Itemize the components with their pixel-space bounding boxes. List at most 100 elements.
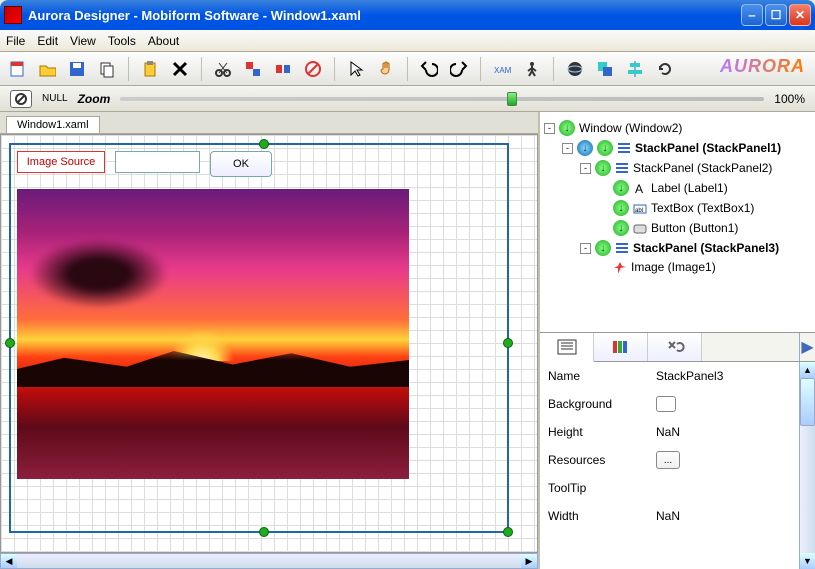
group-icon[interactable] (242, 58, 264, 80)
window-title: Aurora Designer - Mobiform Software - Wi… (28, 8, 741, 23)
zoom-slider-thumb[interactable] (507, 92, 517, 106)
property-row-width[interactable]: WidthNaN (540, 502, 815, 530)
redo-icon[interactable] (448, 58, 470, 80)
menu-view[interactable]: View (70, 34, 96, 48)
open-icon[interactable] (36, 58, 58, 80)
cursor-icon[interactable] (345, 58, 367, 80)
A-icon: A (633, 182, 647, 194)
tree-node[interactable]: -↓↓StackPanel (StackPanel1) (544, 138, 811, 158)
tree-expander-icon[interactable]: - (544, 123, 555, 134)
stackpanel-icon (615, 242, 629, 254)
align-icon[interactable] (624, 58, 646, 80)
property-row-resources[interactable]: Resources... (540, 446, 815, 474)
background-swatch[interactable] (656, 396, 676, 412)
app-icon (4, 6, 22, 24)
tree-node[interactable]: -↓ Window (Window2) (544, 118, 811, 138)
properties-tab[interactable] (540, 333, 594, 362)
property-vscrollbar[interactable]: ▲ ▼ (799, 362, 815, 569)
property-row-background[interactable]: Background (540, 390, 815, 418)
globe-icon[interactable] (564, 58, 586, 80)
no-icon[interactable] (302, 58, 324, 80)
tools-tab[interactable] (648, 333, 702, 361)
run-icon[interactable] (521, 58, 543, 80)
tree-expander-icon[interactable]: - (580, 243, 591, 254)
resize-handle-top[interactable] (259, 139, 269, 149)
zoom-slider[interactable] (120, 97, 764, 101)
menu-file[interactable]: File (6, 34, 25, 48)
tree-node[interactable]: Image (Image1) (544, 258, 811, 276)
canvas-hscrollbar[interactable]: ◀ ▶ (0, 553, 538, 569)
image-source-label[interactable]: Image Source (17, 151, 105, 173)
menu-tools[interactable]: Tools (108, 34, 136, 48)
svg-text:XAML: XAML (494, 66, 511, 75)
scroll-right-icon[interactable]: ▶ (521, 554, 537, 568)
scroll-left-icon[interactable]: ◀ (1, 554, 17, 568)
paste-icon[interactable] (139, 58, 161, 80)
resources-tab[interactable] (594, 333, 648, 361)
design-canvas[interactable]: Image Source OK (0, 134, 538, 553)
tree-node[interactable]: ↓ A Label (Label1) (544, 178, 811, 198)
tree-node[interactable]: ↓Button (Button1) (544, 218, 811, 238)
hand-icon[interactable] (375, 58, 397, 80)
tree-expander-icon[interactable]: - (562, 143, 573, 154)
property-row-height[interactable]: HeightNaN (540, 418, 815, 446)
tree-node-label: Window (Window2) (579, 121, 682, 135)
xaml-icon[interactable]: XAML (491, 58, 513, 80)
null-button[interactable] (10, 90, 32, 108)
resources-browse-button[interactable]: ... (656, 451, 680, 469)
menu-about[interactable]: About (148, 34, 179, 48)
property-key: Background (548, 397, 648, 411)
arrow-down-icon: ↓ (597, 140, 613, 156)
new-icon[interactable] (6, 58, 28, 80)
arrow-down-icon: ↓ (613, 200, 629, 216)
menu-edit[interactable]: Edit (37, 34, 58, 48)
tabs-overflow-icon[interactable]: ▶ (799, 333, 815, 361)
tree-node-label: Label (Label1) (651, 181, 728, 195)
zoom-value: 100% (774, 92, 805, 106)
undo-icon[interactable] (418, 58, 440, 80)
design-surface[interactable]: Image Source OK (9, 143, 509, 533)
resize-handle-bottom[interactable] (259, 527, 269, 537)
cut-icon[interactable] (212, 58, 234, 80)
minimize-button[interactable]: ‒ (741, 4, 763, 26)
property-key: Name (548, 369, 648, 383)
property-value[interactable]: NaN (656, 509, 807, 523)
svg-text:A: A (635, 182, 643, 194)
close-button[interactable]: ✕ (789, 4, 811, 26)
refresh-icon[interactable] (654, 58, 676, 80)
toolbar: XAMLAURORA (0, 52, 815, 86)
arrow-down-icon: ↓ (595, 240, 611, 256)
tree-node[interactable]: -↓StackPanel (StackPanel3) (544, 238, 811, 258)
ok-button[interactable]: OK (210, 151, 272, 177)
property-key: Resources (548, 453, 648, 467)
property-key: ToolTip (548, 481, 648, 495)
textbox-control[interactable] (115, 151, 200, 173)
property-grid[interactable]: NameStackPanel3BackgroundHeightNaNResour… (540, 362, 815, 569)
tree-node[interactable]: ↓ablTextBox (TextBox1) (544, 198, 811, 218)
property-value[interactable]: StackPanel3 (656, 369, 807, 383)
resize-handle-left[interactable] (5, 338, 15, 348)
scroll-down-icon[interactable]: ▼ (800, 553, 815, 569)
tree-node[interactable]: -↓StackPanel (StackPanel2) (544, 158, 811, 178)
property-row-tooltip[interactable]: ToolTip (540, 474, 815, 502)
resize-handle-br[interactable] (503, 527, 513, 537)
zoom-label: Zoom (78, 92, 111, 106)
resize-handle-right[interactable] (503, 338, 513, 348)
save-icon[interactable] (66, 58, 88, 80)
arrow-down-icon: ↓ (613, 180, 629, 196)
property-value[interactable]: NaN (656, 425, 807, 439)
document-tab[interactable]: Window1.xaml (6, 116, 100, 133)
scroll-thumb[interactable] (800, 378, 815, 426)
tree-expander-icon[interactable]: - (580, 163, 591, 174)
arrow-down-icon: ↓ (559, 120, 575, 136)
delete-icon[interactable] (169, 58, 191, 80)
ungroup-icon[interactable] (272, 58, 294, 80)
scroll-up-icon[interactable]: ▲ (800, 362, 815, 378)
image-control[interactable] (17, 189, 409, 479)
window-titlebar: Aurora Designer - Mobiform Software - Wi… (0, 0, 815, 30)
outline-tree[interactable]: -↓Window (Window2)-↓↓StackPanel (StackPa… (540, 112, 815, 332)
property-row-name[interactable]: Name StackPanel3 (540, 362, 815, 390)
copy-icon[interactable] (96, 58, 118, 80)
front-icon[interactable] (594, 58, 616, 80)
maximize-button[interactable]: ☐ (765, 4, 787, 26)
